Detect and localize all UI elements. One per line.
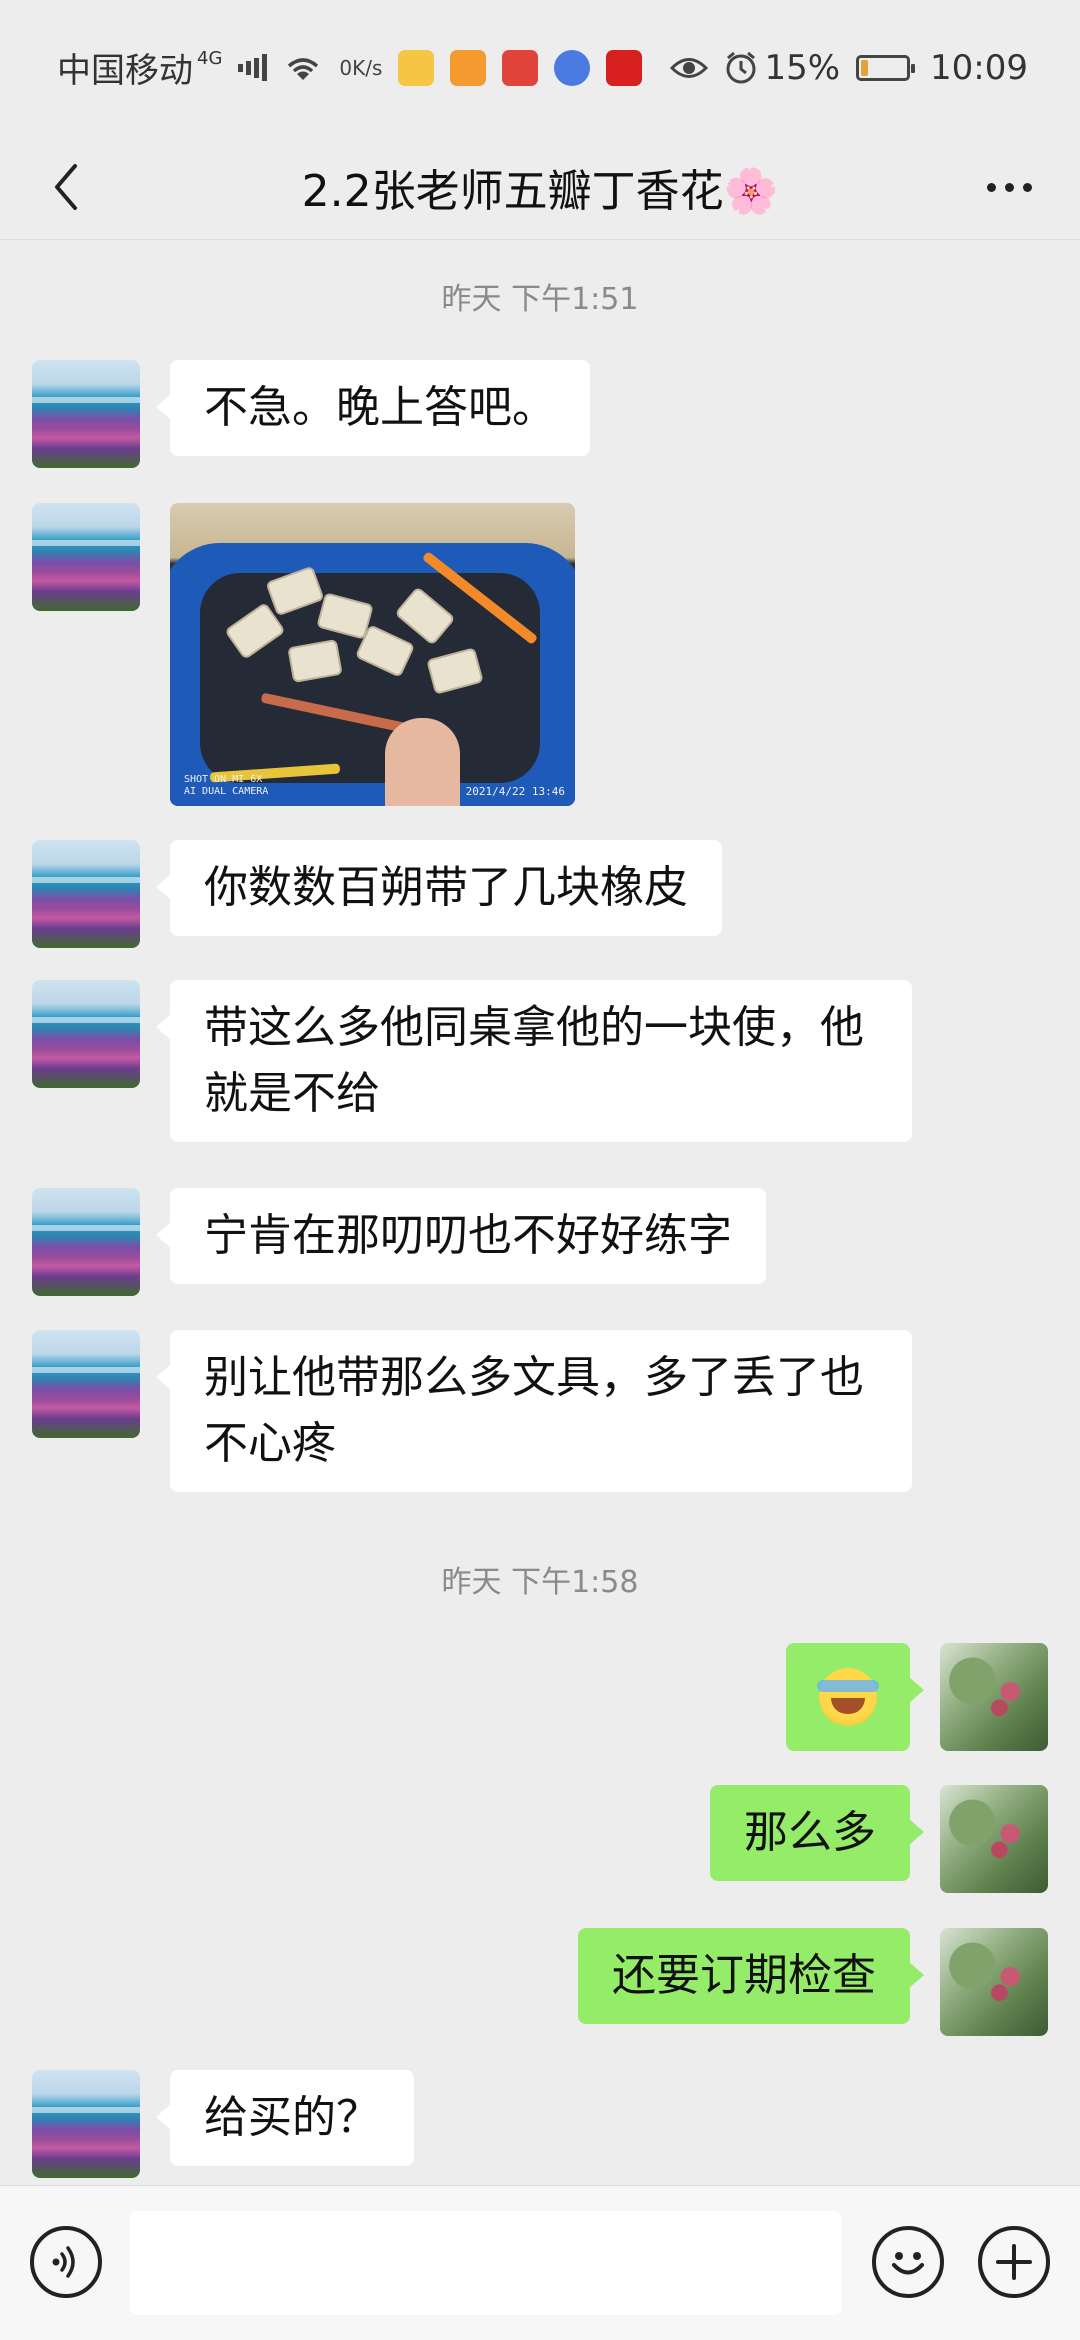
more-dot xyxy=(1022,182,1032,192)
signal-icon xyxy=(238,53,268,83)
carrier-label: 中国移动 xyxy=(57,51,194,91)
eye-icon xyxy=(670,55,709,81)
emoji-button[interactable] xyxy=(872,2226,944,2298)
message-bubble[interactable]: 不急。晚上答吧。 xyxy=(156,360,590,456)
status-bar: 中国移动 4G 0 K/s 15% 10:09 xyxy=(0,0,1080,135)
photo-timestamp: 2021/4/22 13:46 xyxy=(465,785,565,798)
contact-avatar[interactable] xyxy=(32,2070,140,2178)
message-list[interactable]: 昨天 下午1:51 不急。晚上答吧。 SHOT ON MI 6X AI DUAL … xyxy=(0,240,1080,2185)
news-app-icon xyxy=(398,49,435,86)
message-input[interactable] xyxy=(130,2211,842,2315)
laughing-crying-emoji-icon xyxy=(817,1668,879,1726)
message-bubble[interactable] xyxy=(786,1643,924,1751)
contact-avatar[interactable] xyxy=(32,980,140,1088)
network-speed: 0 K/s xyxy=(339,55,383,80)
message-bubble[interactable]: 还要订期检查 xyxy=(578,1928,924,2024)
my-avatar[interactable] xyxy=(940,1643,1048,1751)
network-type: 4G xyxy=(197,48,223,69)
message-bubble[interactable]: 那么多 xyxy=(710,1785,924,1881)
clock: 10:09 xyxy=(930,47,1028,88)
my-avatar[interactable] xyxy=(940,1928,1048,2036)
music-app-icon xyxy=(554,49,591,86)
battery-icon xyxy=(856,54,916,81)
message-bubble[interactable]: 宁肯在那叨叨也不好好练字 xyxy=(156,1188,766,1284)
alarm-icon xyxy=(724,51,758,85)
message-bubble[interactable]: 你数数百朔带了几块橡皮 xyxy=(156,840,722,936)
voice-button[interactable] xyxy=(30,2226,102,2298)
wifi-icon xyxy=(283,52,323,84)
more-dot xyxy=(1004,182,1014,192)
smiley-icon xyxy=(892,2252,924,2275)
my-avatar[interactable] xyxy=(940,1785,1048,1893)
voice-icon xyxy=(52,2246,75,2278)
timestamp: 昨天 下午1:51 xyxy=(441,282,639,317)
contact-avatar[interactable] xyxy=(32,1330,140,1438)
contact-avatar[interactable] xyxy=(32,503,140,611)
contact-avatar[interactable] xyxy=(32,840,140,948)
contact-avatar[interactable] xyxy=(32,1188,140,1296)
book-app-icon xyxy=(502,49,539,86)
input-bar xyxy=(0,2185,1080,2340)
more-options-button[interactable] xyxy=(974,157,1044,217)
timestamp: 昨天 下午1:58 xyxy=(441,1565,639,1600)
video-app-icon xyxy=(450,49,487,86)
battery-percent: 15% xyxy=(764,47,841,88)
contact-avatar[interactable] xyxy=(32,360,140,468)
chat-title: 2.2张老师五瓣丁香花🌸 xyxy=(301,166,779,217)
message-bubble[interactable]: 别让他带那么多文具，多了丢了也不心疼 xyxy=(156,1330,912,1492)
image-message[interactable]: SHOT ON MI 6X AI DUAL CAMERA 2021/4/22 13… xyxy=(170,503,575,806)
message-bubble[interactable]: 给买的？ xyxy=(156,2070,414,2166)
study-app-icon xyxy=(606,49,643,86)
message-bubble[interactable]: 带这么多他同桌拿他的一块使，他就是不给 xyxy=(156,980,912,1142)
photo-watermark: SHOT ON MI 6X AI DUAL CAMERA xyxy=(184,774,269,797)
back-button[interactable] xyxy=(36,157,96,217)
plus-icon xyxy=(996,2244,1032,2280)
more-functions-button[interactable] xyxy=(978,2226,1050,2298)
chevron-left-icon xyxy=(55,164,77,210)
more-dot xyxy=(986,182,996,192)
chat-header: 2.2张老师五瓣丁香花🌸 xyxy=(0,135,1080,240)
